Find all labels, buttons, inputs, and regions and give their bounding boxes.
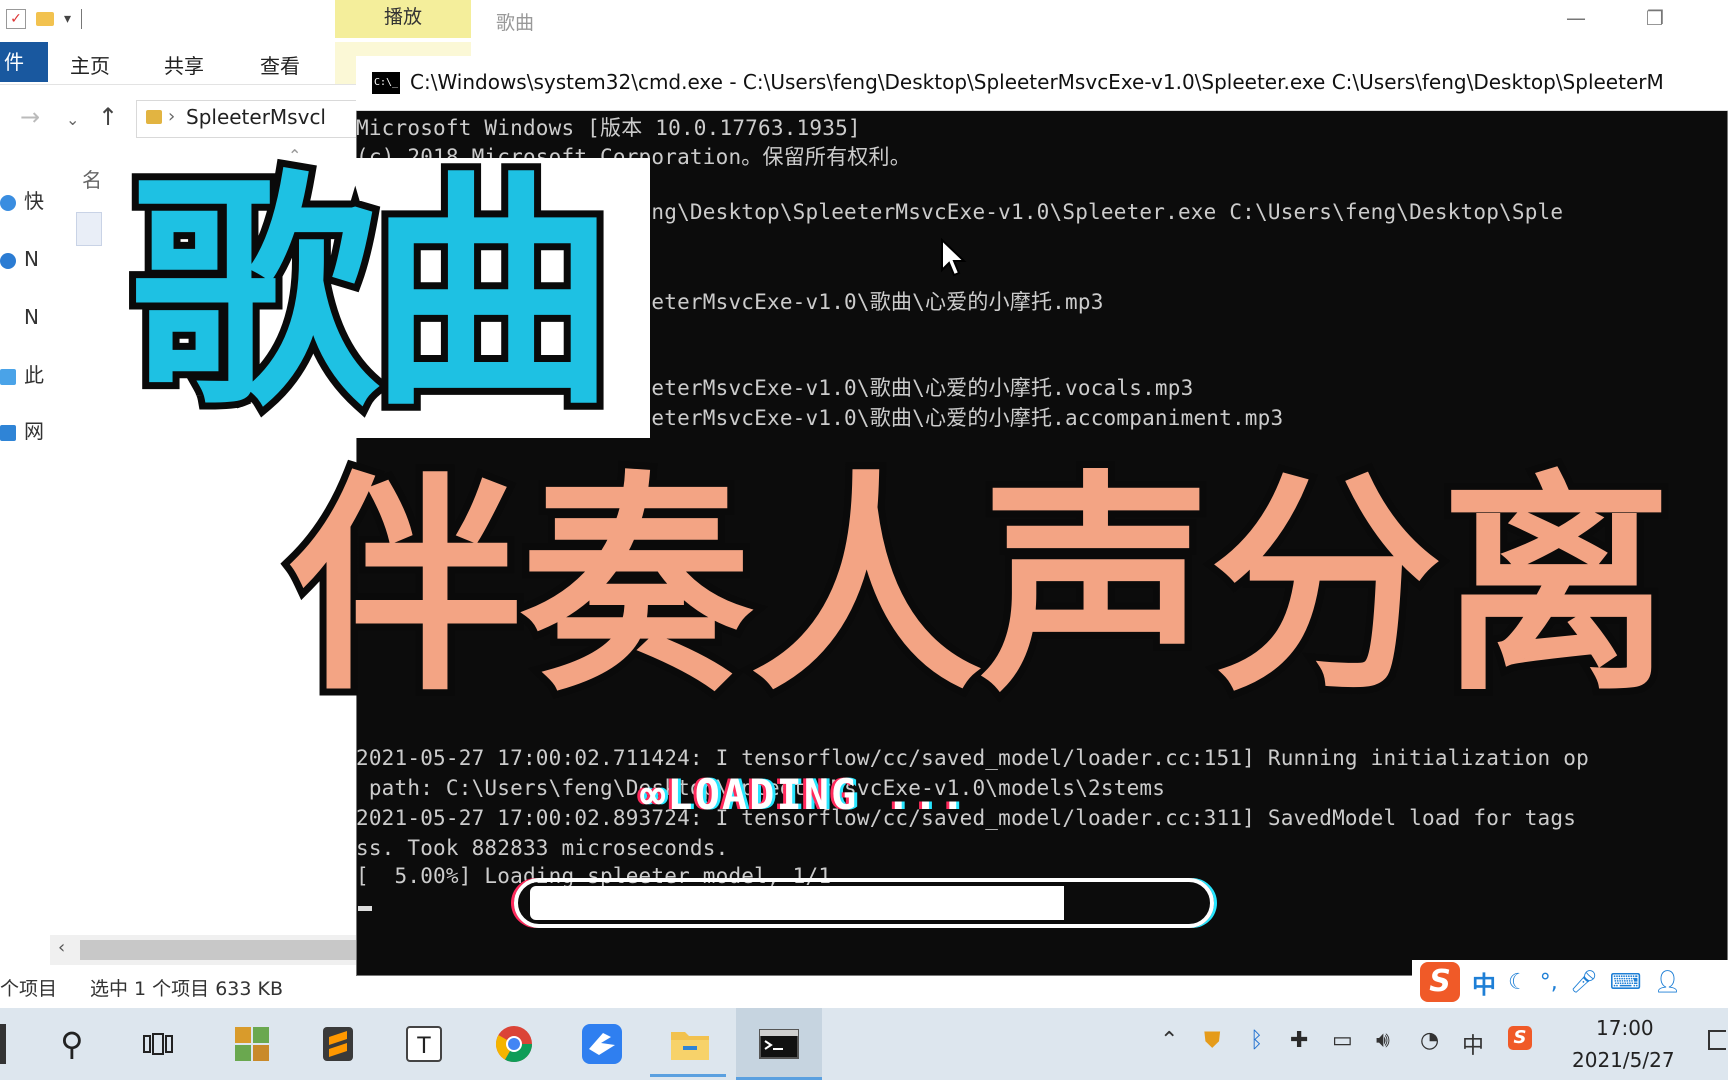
microphone-icon[interactable]: 🎤︎ [1570, 970, 1598, 995]
ribbon-tab-home[interactable]: 主页 [70, 50, 110, 79]
status-selection: 选中 1 个项目 633 KB [90, 978, 284, 1000]
overlay-title-songs: 歌曲 [123, 151, 623, 439]
clock-time[interactable]: 17:00 [1596, 1016, 1654, 1040]
nav-label: 此 [24, 363, 44, 387]
qat-dropdown-icon[interactable]: ▾ [64, 11, 71, 27]
column-header-name[interactable]: 名 [82, 164, 102, 193]
feishu-icon [582, 1024, 622, 1064]
loading-label: ∞LOADING ... [640, 770, 967, 819]
forward-arrow-icon[interactable]: → [20, 103, 40, 131]
loading-progress-fill [530, 886, 1064, 920]
ribbon-tab-view[interactable]: 查看 [260, 50, 300, 79]
file-explorer-icon [671, 1032, 709, 1060]
network-icon [0, 424, 16, 441]
wifi-icon[interactable]: ◔ [1420, 1028, 1439, 1053]
taskbar-app-feishu[interactable] [566, 1010, 638, 1078]
explorer-titlebar [0, 0, 1728, 38]
nav-label: N [24, 305, 39, 329]
folder-icon [146, 110, 162, 124]
tray-input-language[interactable]: 中 [1462, 1028, 1484, 1060]
sublime-icon [323, 1027, 353, 1061]
minimize-icon[interactable]: — [1566, 6, 1586, 30]
nav-label: 快 [24, 189, 44, 213]
properties-icon[interactable]: ✓ [6, 9, 26, 29]
nav-item-network[interactable]: 网 [0, 416, 44, 446]
taskbar-app-sublime[interactable] [302, 1010, 374, 1078]
notification-icon[interactable] [1708, 1030, 1726, 1050]
qat-separator [81, 9, 83, 29]
recent-locations-icon[interactable]: ⌄ [66, 110, 79, 129]
ime-toolbar: S 中 ☾ °, 🎤︎ ⌨ 👤︎ [1412, 960, 1728, 1004]
ribbon-tab-share[interactable]: 共享 [164, 50, 204, 79]
ime-language-toggle[interactable]: 中 [1472, 965, 1496, 1000]
nav-item-this-pc[interactable]: 此 [0, 360, 44, 390]
volume-icon[interactable]: 🔊︎ [1376, 1028, 1390, 1053]
sogou-tray-icon[interactable]: S [1508, 1026, 1532, 1050]
tray-overflow-chevron-icon[interactable]: ⌃ [1160, 1028, 1178, 1053]
start-button-edge[interactable] [0, 1024, 6, 1064]
security-center-icon[interactable]: ✚ [1290, 1028, 1308, 1053]
quick-access-toolbar: ✓ ▾ [0, 4, 83, 34]
power-icon[interactable]: ▭ [1332, 1028, 1353, 1053]
new-folder-icon[interactable] [36, 12, 54, 26]
scroll-left-icon[interactable]: ‹ [58, 937, 65, 958]
moon-icon[interactable]: ☾ [1508, 970, 1528, 995]
up-arrow-icon[interactable]: ↑ [98, 103, 118, 131]
nav-label: 网 [24, 419, 44, 443]
cmd-window-title: C:\Windows\system32\cmd.exe - C:\Users\f… [410, 70, 1664, 94]
star-icon [0, 194, 16, 211]
search-icon: ⚲ [60, 1025, 84, 1063]
user-icon[interactable]: 👤︎ [1653, 970, 1681, 995]
terminal-line: Microsoft Windows [版本 10.0.17763.1935] [356, 116, 861, 140]
bluetooth-icon[interactable]: ᛒ [1250, 1028, 1263, 1053]
nav-label: N [24, 247, 39, 271]
nav-item-onedrive[interactable]: N [0, 244, 39, 274]
nav-item-n[interactable]: N [0, 302, 39, 332]
cmd-icon [759, 1029, 799, 1059]
svg-text:T: T [416, 1034, 431, 1059]
typora-icon: T [406, 1026, 442, 1062]
log-line: 2021-05-27 17:00:02.711424: I tensorflow… [356, 746, 1589, 770]
task-view-icon [143, 1033, 173, 1055]
running-indicator [650, 1074, 726, 1077]
scrollbar-thumb[interactable] [80, 940, 360, 960]
loading-text: LOADING ... [667, 770, 968, 819]
taskbar-app-cmd[interactable] [743, 1010, 815, 1078]
taskbar-app-typora[interactable]: T [388, 1010, 460, 1078]
computer-icon [0, 368, 16, 385]
taskbar-search-button[interactable]: ⚲ [36, 1010, 108, 1078]
taskbar-app-chrome[interactable] [478, 1010, 550, 1078]
mouse-pointer-icon [941, 238, 967, 277]
blank-icon [0, 311, 16, 327]
maximize-icon[interactable]: ❐ [1646, 6, 1664, 30]
audio-file-icon[interactable] [76, 212, 102, 246]
breadcrumb-chevron-icon[interactable]: › [168, 106, 175, 127]
taskbar-app-map[interactable] [216, 1010, 288, 1078]
shield-icon[interactable]: ⛊ [1204, 1028, 1221, 1053]
overlay-title-separation: 伴奏人声分离 [283, 445, 1679, 729]
clock-date[interactable]: 2021/5/27 [1572, 1048, 1675, 1072]
nav-item-quick-access[interactable]: 快 [0, 186, 44, 216]
ribbon-tab-file[interactable]: 件 [0, 42, 48, 82]
infinity-icon: ∞ [640, 770, 668, 819]
taskbar-task-view[interactable] [122, 1010, 194, 1078]
map-app-icon [235, 1027, 269, 1061]
log-line: ss. Took 882833 microseconds. [356, 836, 729, 860]
sogou-logo-icon[interactable]: S [1420, 962, 1460, 1002]
address-path[interactable]: SpleeterMsvcl [186, 105, 326, 129]
keyboard-icon[interactable]: ⌨ [1610, 970, 1642, 995]
chrome-icon [495, 1026, 532, 1063]
status-item-count: 个项目 [0, 978, 58, 1000]
taskbar-app-file-explorer[interactable] [654, 1010, 726, 1078]
cloud-icon [0, 252, 16, 269]
cmd-icon[interactable]: C:\_ [372, 72, 400, 94]
text-cursor [358, 906, 372, 911]
punctuation-icon[interactable]: °, [1540, 970, 1558, 995]
context-tab-play[interactable]: 播放 [335, 0, 471, 38]
explorer-window-title: 歌曲 [496, 12, 535, 34]
